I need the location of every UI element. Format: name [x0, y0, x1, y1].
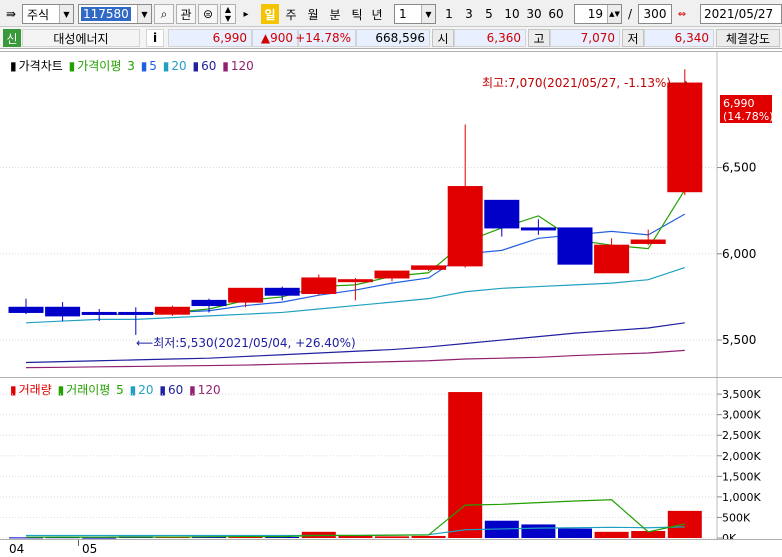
chevron-down-icon: ▼ [59, 5, 73, 23]
total-input[interactable]: 300 [638, 4, 672, 24]
period-month-button[interactable]: 월 [304, 4, 322, 24]
unit-select[interactable]: 1 ▼ [394, 4, 436, 24]
open-price: 6,360 [454, 29, 526, 47]
candle-down [118, 311, 154, 315]
candle-down [81, 311, 117, 315]
candle-up [337, 279, 373, 283]
candle-up [447, 186, 483, 267]
volume-y-tick: 1,500K [722, 470, 761, 483]
current-price: 6,990 [168, 29, 252, 47]
change-percent: +14.78% [295, 29, 356, 47]
period-week-button[interactable]: 주 [282, 4, 300, 24]
stock-name: 대성에너지 [22, 29, 140, 47]
price-chart-panel: ▮ 가격차트 ▮ 가격이평 3 ▮ 5 ▮ 20 ▮ 60 ▮ 120 최고:7,070(2… [0, 51, 782, 378]
candle-up [594, 244, 630, 274]
menu-arrow-icon[interactable]: ⇛ [3, 4, 19, 24]
current-price-pct: (14.78%) [723, 110, 774, 123]
candle-down [520, 227, 556, 231]
candle-up [228, 287, 264, 303]
max-price-annotation: 최고:7,070(2021/05/27, -1.13%)⟶ [482, 76, 688, 90]
price-change: ▲900 [252, 29, 298, 47]
sync-icon: ⊜ [202, 7, 214, 21]
strength-label: 체결강도 [716, 29, 780, 47]
candle-down [8, 306, 44, 313]
price-chart[interactable]: 최고:7,070(2021/05/27, -1.13%)⟶ ⟵최저:5,530(… [0, 52, 782, 378]
volume-bar-up [594, 531, 629, 538]
sync-button[interactable]: ⊜ [198, 4, 218, 24]
candle-up [667, 82, 703, 193]
unit-3-button[interactable]: 3 [462, 4, 476, 24]
chevron-down-icon: ▼ [421, 5, 435, 23]
price-ma120-line [25, 349, 685, 369]
unit-1-button[interactable]: 1 [442, 4, 456, 24]
volume-y-tick: 3,500K [722, 388, 761, 401]
volume-bar-up [375, 536, 409, 538]
volume-bar-down [521, 524, 556, 538]
volume-y-tick: 500K [722, 511, 751, 524]
volume-bar-up [448, 392, 483, 538]
low-label: 저 [622, 29, 644, 47]
count-separator: / [627, 7, 633, 21]
candle-down [264, 287, 300, 296]
chart-toolbar: ⇛ 주식 ▼ 117580 ▼ ⌕ 관 ⊜ ▲ ▼ ▸ 일 주 월 분 틱 년 … [0, 0, 782, 27]
period-day-button[interactable]: 일 [261, 4, 279, 24]
count-input[interactable]: 19 ▲▼ [574, 4, 622, 24]
volume-chart-panel: ▮ 거래량 ▮ 거래이평 5 ▮ 20 ▮ 60 ▮ 120 3,500K 3,000K 2,… [0, 377, 782, 540]
trade-volume: 668,596 [356, 29, 430, 47]
unit-60-button[interactable]: 60 [546, 4, 566, 24]
period-tick-button[interactable]: 틱 [348, 4, 366, 24]
x-axis: 04 05 [0, 539, 782, 557]
volume-y-tick: 2,500K [722, 429, 761, 442]
market-select[interactable]: 주식 ▼ [22, 4, 74, 24]
candle-up [154, 306, 190, 315]
x-axis-label: 05 [82, 542, 98, 556]
updown-stepper[interactable]: ▲ ▼ [220, 4, 236, 24]
price-y-tick: 6,000 [722, 247, 756, 261]
up-arrow-icon: ▲ [224, 5, 232, 14]
candle-up [630, 239, 666, 244]
status-badge: 신 [3, 29, 21, 47]
candle-down [191, 299, 227, 307]
down-arrow-icon: ▼ [224, 14, 232, 23]
min-price-annotation: ⟵최저:5,530(2021/05/04, +26.40%) [136, 336, 356, 350]
volume-y-tick: 3,000K [722, 409, 761, 422]
open-label: 시 [432, 29, 454, 47]
arrow-right-icon[interactable]: ▸ [239, 4, 253, 24]
candle-down [557, 227, 593, 265]
price-y-tick: 6,500 [722, 161, 756, 175]
volume-bar-down [558, 528, 592, 538]
tab-favorite[interactable]: 관 [176, 4, 196, 24]
high-price: 7,070 [550, 29, 620, 47]
quote-info-bar: 신 대성에너지 i 6,990 ▲900 +14.78% 668,596 시 6… [0, 27, 782, 49]
code-input[interactable]: 117580 ▼ [78, 4, 152, 24]
candle-up [374, 270, 410, 279]
info-button[interactable]: i [146, 29, 164, 47]
period-minute-button[interactable]: 분 [326, 4, 344, 24]
double-arrow-icon[interactable]: ⇔ [675, 4, 689, 24]
volume-y-tick: 2,000K [722, 450, 761, 463]
high-label: 고 [528, 29, 550, 47]
price-y-tick: 5,500 [722, 333, 756, 347]
volume-bar-up [411, 535, 446, 538]
unit-10-button[interactable]: 10 [502, 4, 522, 24]
candle-up [411, 265, 447, 270]
candle-up [301, 277, 337, 294]
candle-down [484, 199, 520, 229]
volume-y-tick: 1,000K [722, 491, 761, 504]
unit-5-button[interactable]: 5 [482, 4, 496, 24]
volume-chart[interactable]: 3,500K 3,000K 2,500K 2,000K 1,500K 1,000K 500K… [0, 378, 782, 540]
search-icon: ⌕ [160, 6, 168, 21]
x-axis-label: 04 [9, 542, 25, 556]
count-spin-icon: ▲▼ [607, 5, 621, 23]
date-input[interactable]: 2021/05/27 [700, 4, 782, 24]
period-year-button[interactable]: 년 [368, 4, 386, 24]
low-price: 6,340 [644, 29, 714, 47]
current-price-label: 6,990 [723, 97, 755, 110]
candle-down [45, 306, 81, 317]
x-axis-tick [78, 540, 79, 546]
unit-30-button[interactable]: 30 [524, 4, 544, 24]
chevron-down-icon: ▼ [137, 5, 151, 23]
search-button[interactable]: ⌕ [154, 4, 174, 24]
